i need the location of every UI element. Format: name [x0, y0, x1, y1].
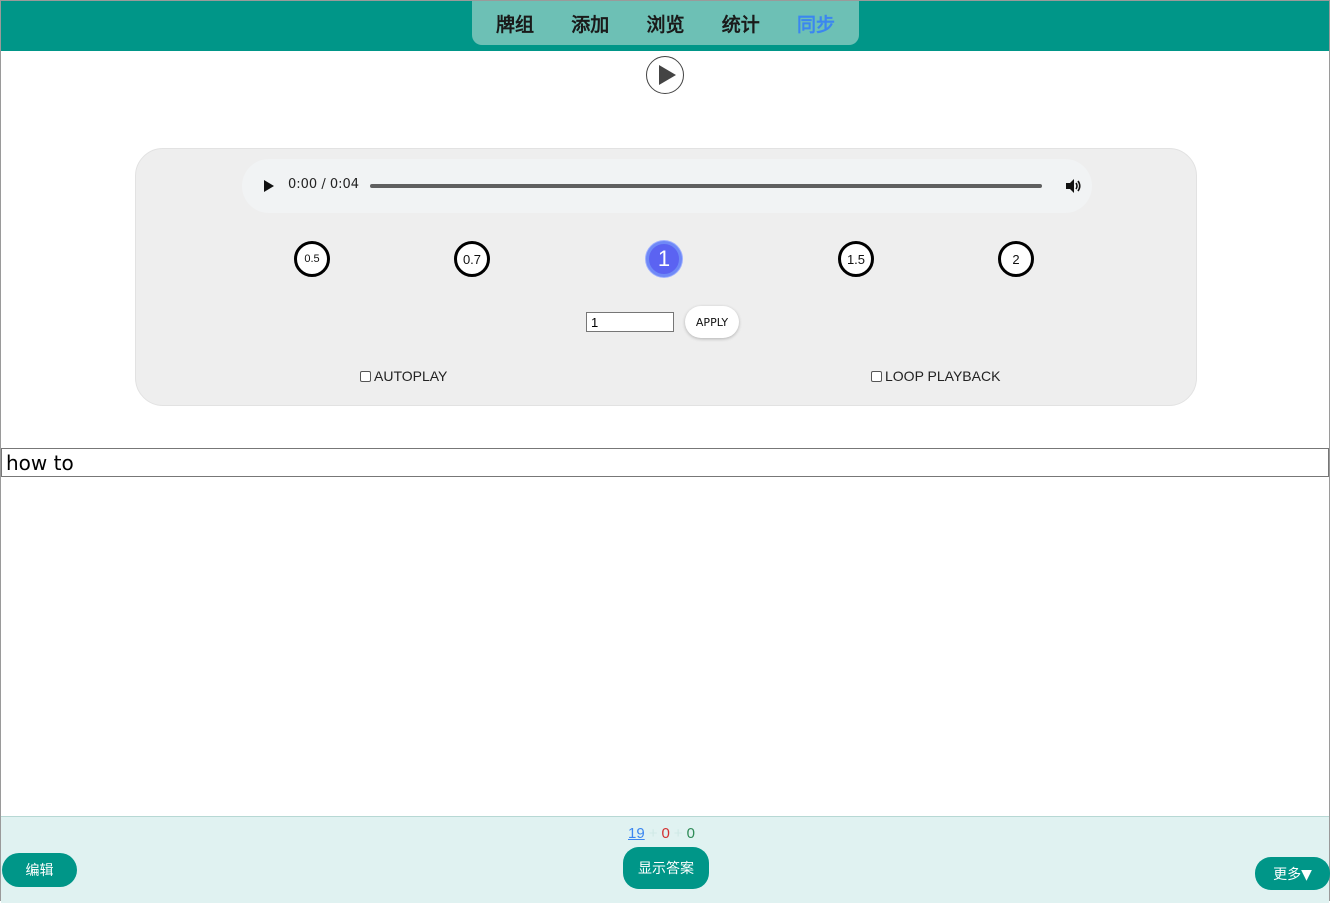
- speed-1.5-button[interactable]: 1.5: [838, 241, 874, 277]
- nav-stats[interactable]: 统计: [722, 10, 760, 37]
- speed-0.5-button[interactable]: 0.5: [294, 241, 330, 277]
- autoplay-option[interactable]: AUTOPLAY: [360, 368, 447, 384]
- review-count: 0: [686, 825, 695, 842]
- bottom-bar: 19 +0 +0 编辑 显示答案 更多▼: [1, 816, 1330, 903]
- count-separator: +: [673, 825, 683, 842]
- audio-panel: 0:00 / 0:04 0.5 0.7 1 1.5 2 APPLY AUTOPL…: [135, 148, 1197, 406]
- loop-checkbox[interactable]: [871, 370, 882, 382]
- audio-time: 0:00 / 0:04: [288, 177, 360, 192]
- loop-label: LOOP PLAYBACK: [885, 368, 1001, 384]
- nav-add[interactable]: 添加: [571, 10, 609, 37]
- autoplay-label: AUTOPLAY: [374, 368, 448, 384]
- learning-count: 0: [661, 825, 670, 842]
- more-button[interactable]: 更多▼: [1255, 857, 1330, 890]
- apply-button[interactable]: APPLY: [685, 306, 739, 338]
- nav-browse[interactable]: 浏览: [646, 10, 684, 37]
- show-answer-button[interactable]: 显示答案: [623, 847, 709, 889]
- rate-input[interactable]: [586, 312, 674, 332]
- loop-option[interactable]: LOOP PLAYBACK: [871, 368, 1000, 384]
- play-icon[interactable]: [262, 179, 276, 193]
- volume-icon[interactable]: [1064, 177, 1082, 195]
- main-nav: 牌组 添加 浏览 统计 同步: [472, 1, 859, 45]
- nav-decks[interactable]: 牌组: [496, 10, 534, 37]
- speed-2-button[interactable]: 2: [998, 241, 1034, 277]
- count-separator: +: [648, 825, 658, 842]
- answer-input[interactable]: how to: [1, 448, 1329, 477]
- top-bar: 牌组 添加 浏览 统计 同步: [1, 1, 1329, 51]
- autoplay-checkbox[interactable]: [360, 370, 371, 382]
- speed-1-button[interactable]: 1: [646, 241, 682, 277]
- nav-sync[interactable]: 同步: [797, 10, 835, 37]
- audio-player: 0:00 / 0:04: [242, 159, 1092, 213]
- play-circle-icon[interactable]: [646, 56, 684, 94]
- new-count[interactable]: 19: [628, 825, 645, 842]
- card-counts: 19 +0 +0: [628, 825, 695, 842]
- edit-button[interactable]: 编辑: [2, 853, 77, 887]
- audio-progress-bar[interactable]: [370, 184, 1042, 188]
- speed-0.7-button[interactable]: 0.7: [454, 241, 490, 277]
